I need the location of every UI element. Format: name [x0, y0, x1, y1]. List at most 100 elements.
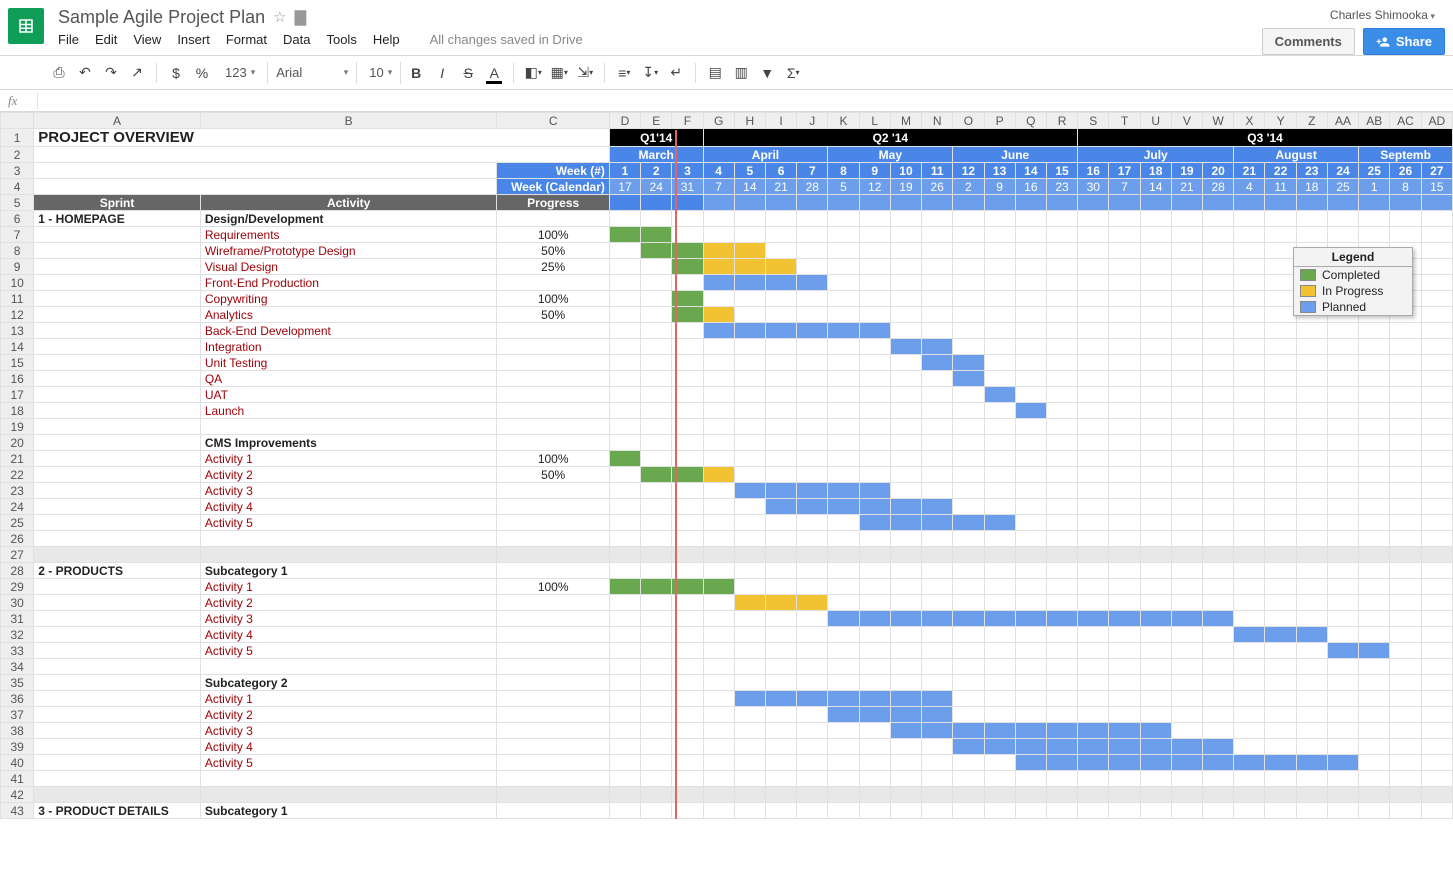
- gantt-cell[interactable]: [1390, 803, 1421, 819]
- gantt-cell[interactable]: [1327, 675, 1358, 691]
- gantt-cell[interactable]: [1171, 227, 1202, 243]
- gantt-cell[interactable]: [765, 515, 796, 531]
- gantt-cell[interactable]: [953, 403, 984, 419]
- gantt-cell[interactable]: [953, 787, 984, 803]
- gantt-cell[interactable]: [1421, 579, 1452, 595]
- gantt-cell[interactable]: [765, 371, 796, 387]
- gantt-cell[interactable]: [1140, 723, 1171, 739]
- gantt-cell[interactable]: [1140, 307, 1171, 323]
- gantt-cell[interactable]: [922, 659, 953, 675]
- gantt-cell[interactable]: [641, 707, 672, 723]
- gantt-cell[interactable]: [1078, 579, 1109, 595]
- column-header[interactable]: D: [609, 113, 640, 129]
- activity-cell[interactable]: [200, 659, 497, 675]
- gantt-cell[interactable]: [734, 643, 765, 659]
- gantt-cell[interactable]: [953, 435, 984, 451]
- sprint-cell[interactable]: [34, 403, 201, 419]
- gantt-cell[interactable]: [922, 275, 953, 291]
- gantt-cell[interactable]: [1171, 515, 1202, 531]
- gantt-cell[interactable]: [953, 291, 984, 307]
- gantt-cell[interactable]: [1140, 291, 1171, 307]
- gantt-cell[interactable]: [1421, 595, 1452, 611]
- gantt-cell[interactable]: [828, 211, 859, 227]
- gantt-cell[interactable]: [1390, 419, 1421, 435]
- gantt-cell[interactable]: [890, 499, 921, 515]
- gantt-cell[interactable]: [1296, 563, 1327, 579]
- gantt-cell[interactable]: [1078, 739, 1109, 755]
- column-header[interactable]: M: [890, 113, 921, 129]
- gantt-cell[interactable]: [609, 227, 640, 243]
- gantt-cell[interactable]: [1296, 547, 1327, 563]
- progress-cell[interactable]: [497, 563, 609, 579]
- gantt-cell[interactable]: [1421, 339, 1452, 355]
- gantt-cell[interactable]: [641, 515, 672, 531]
- gantt-cell[interactable]: [765, 499, 796, 515]
- gantt-cell[interactable]: [1171, 339, 1202, 355]
- gantt-cell[interactable]: [1421, 451, 1452, 467]
- gantt-cell[interactable]: [797, 323, 828, 339]
- gantt-cell[interactable]: [765, 787, 796, 803]
- gantt-cell[interactable]: [1421, 643, 1452, 659]
- gantt-cell[interactable]: [672, 643, 703, 659]
- gantt-cell[interactable]: [1203, 467, 1234, 483]
- gantt-cell[interactable]: [1078, 563, 1109, 579]
- gantt-cell[interactable]: [703, 531, 734, 547]
- gantt-cell[interactable]: [609, 259, 640, 275]
- gantt-cell[interactable]: [1265, 323, 1296, 339]
- gantt-cell[interactable]: [1109, 723, 1140, 739]
- gantt-cell[interactable]: [1296, 675, 1327, 691]
- gantt-cell[interactable]: [1015, 643, 1046, 659]
- sprint-cell[interactable]: [34, 499, 201, 515]
- gantt-cell[interactable]: [609, 403, 640, 419]
- gantt-cell[interactable]: [797, 675, 828, 691]
- gantt-cell[interactable]: [797, 227, 828, 243]
- gantt-cell[interactable]: [797, 627, 828, 643]
- gantt-cell[interactable]: [641, 371, 672, 387]
- gantt-cell[interactable]: [1390, 643, 1421, 659]
- gantt-cell[interactable]: [1140, 387, 1171, 403]
- gantt-cell[interactable]: [1421, 419, 1452, 435]
- gantt-cell[interactable]: [1234, 339, 1265, 355]
- gantt-cell[interactable]: [609, 579, 640, 595]
- gantt-cell[interactable]: [953, 771, 984, 787]
- gantt-cell[interactable]: [1327, 723, 1358, 739]
- gantt-cell[interactable]: [641, 787, 672, 803]
- gantt-cell[interactable]: [1203, 275, 1234, 291]
- gantt-cell[interactable]: [1046, 291, 1077, 307]
- gantt-cell[interactable]: [1203, 499, 1234, 515]
- gantt-cell[interactable]: [765, 691, 796, 707]
- activity-cell[interactable]: Wireframe/Prototype Design: [200, 243, 497, 259]
- activity-cell[interactable]: QA: [200, 371, 497, 387]
- gantt-cell[interactable]: [890, 579, 921, 595]
- sprint-cell[interactable]: [34, 515, 201, 531]
- gantt-cell[interactable]: [734, 467, 765, 483]
- sprint-cell[interactable]: 3 - PRODUCT DETAILS: [34, 803, 201, 819]
- gantt-cell[interactable]: [641, 547, 672, 563]
- activity-cell[interactable]: Activity 5: [200, 755, 497, 771]
- sprint-cell[interactable]: [34, 483, 201, 499]
- gantt-cell[interactable]: [1234, 483, 1265, 499]
- gantt-cell[interactable]: [890, 387, 921, 403]
- gantt-cell[interactable]: [953, 563, 984, 579]
- gantt-cell[interactable]: [1109, 803, 1140, 819]
- gantt-cell[interactable]: [859, 723, 890, 739]
- gantt-cell[interactable]: [890, 595, 921, 611]
- gantt-cell[interactable]: [1203, 419, 1234, 435]
- gantt-cell[interactable]: [1140, 227, 1171, 243]
- gantt-cell[interactable]: [1046, 803, 1077, 819]
- gantt-cell[interactable]: [765, 739, 796, 755]
- gantt-cell[interactable]: [1171, 387, 1202, 403]
- gantt-cell[interactable]: [922, 531, 953, 547]
- gantt-cell[interactable]: [641, 323, 672, 339]
- gantt-cell[interactable]: [797, 403, 828, 419]
- gantt-cell[interactable]: [1234, 259, 1265, 275]
- gantt-cell[interactable]: [1015, 435, 1046, 451]
- gantt-cell[interactable]: [765, 339, 796, 355]
- gantt-cell[interactable]: [641, 259, 672, 275]
- gantt-cell[interactable]: [703, 227, 734, 243]
- gantt-cell[interactable]: [1171, 435, 1202, 451]
- gantt-cell[interactable]: [703, 307, 734, 323]
- gantt-cell[interactable]: [1203, 691, 1234, 707]
- gantt-cell[interactable]: [1109, 275, 1140, 291]
- menu-insert[interactable]: Insert: [177, 32, 210, 47]
